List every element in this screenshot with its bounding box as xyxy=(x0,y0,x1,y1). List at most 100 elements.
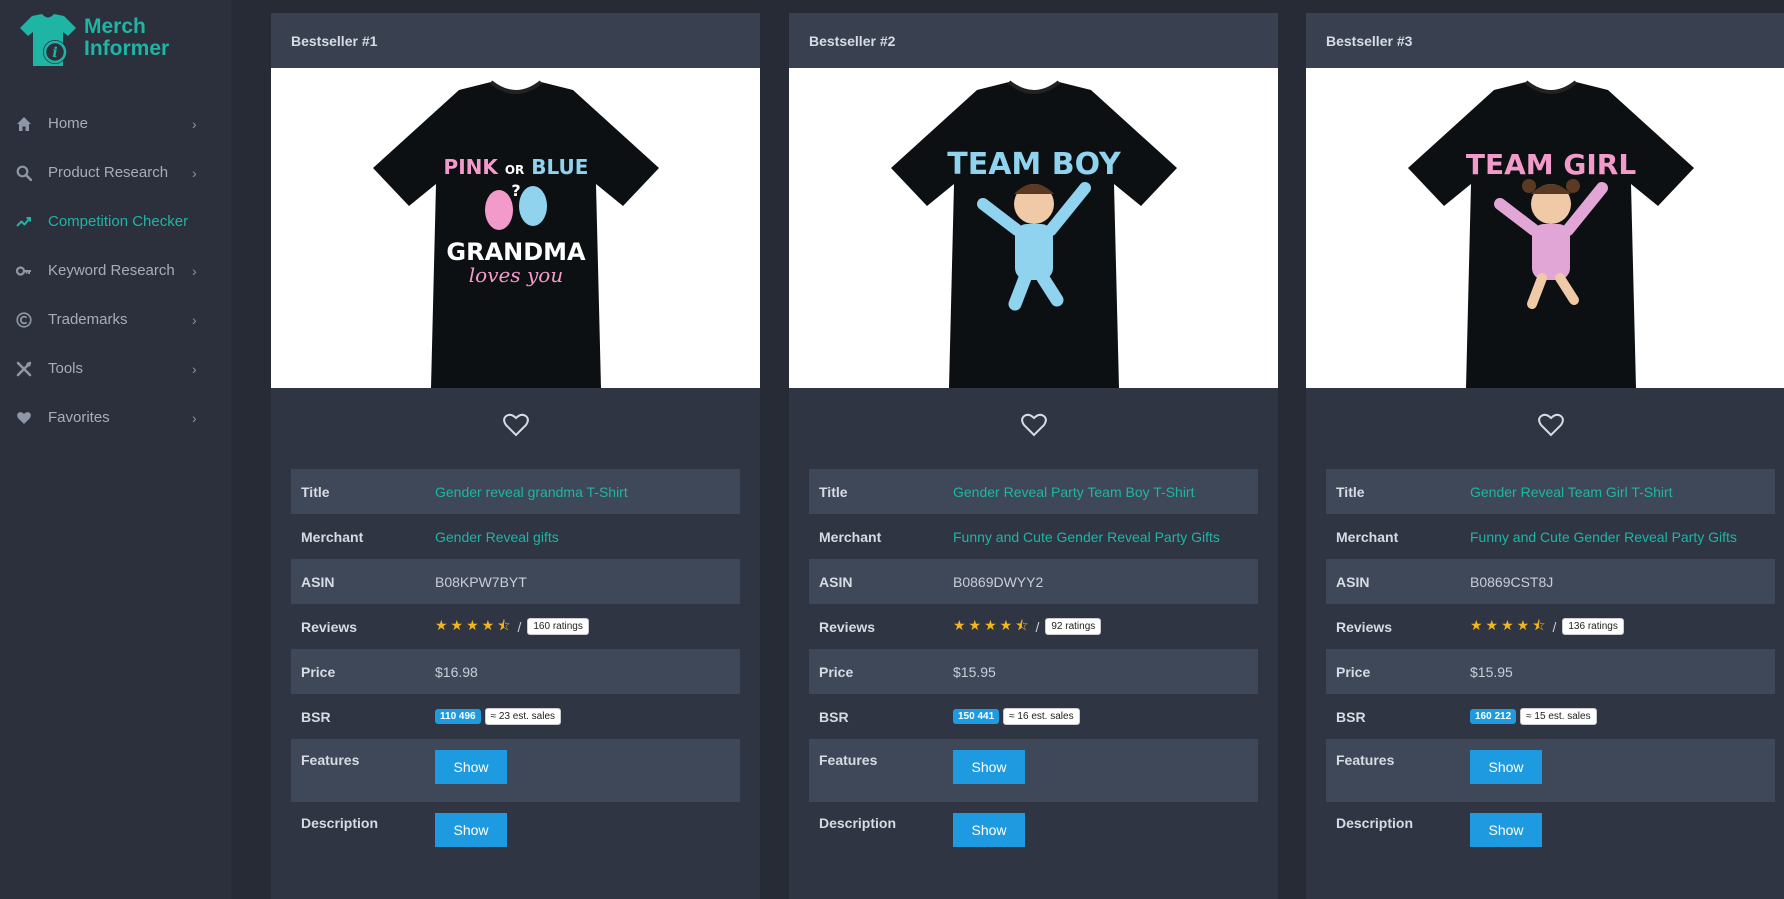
sidebar-item-label: Favorites xyxy=(48,409,110,426)
tools-icon xyxy=(16,361,32,377)
sidebar-item-label: Product Research xyxy=(48,164,169,181)
row-label: Description xyxy=(819,815,897,831)
separator: / xyxy=(517,618,522,635)
card-header: Bestseller #2 xyxy=(789,13,1278,68)
product-info-table: Title Gender reveal grandma T-Shirt Merc… xyxy=(291,469,740,865)
sidebar-item-keyword-research[interactable]: Keyword Research › xyxy=(0,246,231,295)
sidebar-item-favorites[interactable]: Favorites › xyxy=(0,393,231,442)
table-row: Features Show xyxy=(809,739,1258,802)
title-link[interactable]: Gender Reveal Team Girl T-Shirt xyxy=(1470,484,1673,500)
row-label: Reviews xyxy=(301,618,358,635)
description-show-button[interactable]: Show xyxy=(953,813,1025,847)
tshirt-logo-icon: i xyxy=(20,14,76,66)
description-show-button[interactable]: Show xyxy=(1470,813,1542,847)
row-label: Title xyxy=(819,483,848,500)
sidebar-item-label: Tools xyxy=(48,360,84,377)
table-row: Reviews ★★★★⯪ / 92 ratings xyxy=(809,604,1258,649)
table-row: Title Gender Reveal Team Girl T-Shirt xyxy=(1326,469,1775,514)
trend-icon xyxy=(16,214,32,230)
features-show-button[interactable]: Show xyxy=(953,750,1025,784)
table-row: Reviews ★★★★⯪ / 160 ratings xyxy=(291,604,740,649)
table-row: Reviews ★★★★⯪ / 136 ratings xyxy=(1326,604,1775,649)
bsr-badge: 160 212 xyxy=(1470,709,1517,724)
row-label: BSR xyxy=(1336,708,1366,725)
sidebar-item-tools[interactable]: Tools › xyxy=(0,344,231,393)
table-row: Description Show xyxy=(809,802,1258,865)
row-label: Price xyxy=(301,663,336,680)
svg-text:GRANDMA: GRANDMA xyxy=(446,238,586,266)
merchant-link[interactable]: Funny and Cute Gender Reveal Party Gifts xyxy=(953,529,1220,545)
sidebar-item-competition-checker[interactable]: Competition Checker xyxy=(0,197,231,246)
sidebar-nav: Home › Product Research › Competition Ch… xyxy=(0,99,231,442)
row-label: ASIN xyxy=(819,573,853,590)
svg-text:i: i xyxy=(52,45,57,61)
sidebar-item-label: Keyword Research xyxy=(48,262,175,279)
table-row: BSR 160 212 ≈ 15 est. sales xyxy=(1326,694,1775,739)
table-row: Price $16.98 xyxy=(291,649,740,694)
features-show-button[interactable]: Show xyxy=(435,750,507,784)
heart-icon xyxy=(16,410,32,426)
row-label: Description xyxy=(301,815,379,831)
row-label: Title xyxy=(1336,483,1365,500)
bsr-badge: 150 441 xyxy=(953,709,1000,724)
brand-logo[interactable]: i Merch Informer xyxy=(18,12,169,68)
chevron-right-icon: › xyxy=(192,164,197,181)
separator: / xyxy=(1552,618,1557,635)
favorite-heart-icon[interactable] xyxy=(1020,413,1047,437)
sidebar-item-label: Trademarks xyxy=(48,311,128,328)
row-label: Features xyxy=(301,752,360,768)
sidebar-item-label: Competition Checker xyxy=(48,213,189,230)
favorite-heart-icon[interactable] xyxy=(1537,413,1564,437)
home-icon xyxy=(16,116,32,132)
svg-text:TEAM BOY: TEAM BOY xyxy=(947,147,1122,182)
ratings-count-badge: 92 ratings xyxy=(1045,618,1102,635)
chevron-right-icon: › xyxy=(192,262,197,279)
table-row: Merchant Funny and Cute Gender Reveal Pa… xyxy=(1326,514,1775,559)
table-row: ASIN B08KPW7BYT xyxy=(291,559,740,604)
ratings-count-badge: 136 ratings xyxy=(1562,618,1624,635)
product-image[interactable]: TEAM GIRL xyxy=(1306,68,1784,388)
table-row: Title Gender reveal grandma T-Shirt xyxy=(291,469,740,514)
table-row: ASIN B0869CST8J xyxy=(1326,559,1775,604)
separator: / xyxy=(1035,618,1040,635)
star-rating: ★★★★⯪ xyxy=(1470,616,1549,633)
table-row: ASIN B0869DWYY2 xyxy=(809,559,1258,604)
bestseller-card: Bestseller #3 TEAM GIRL Title Gender Rev… xyxy=(1306,13,1784,899)
merchant-link[interactable]: Gender Reveal gifts xyxy=(435,529,559,545)
sidebar-item-label: Home xyxy=(48,115,89,132)
svg-text:TEAM GIRL: TEAM GIRL xyxy=(1465,148,1635,181)
tshirt-image: PINK OR BLUE ? GRANDMA loves you xyxy=(372,80,659,388)
row-label: Merchant xyxy=(819,528,882,545)
chevron-right-icon: › xyxy=(192,409,197,426)
row-label: BSR xyxy=(819,708,849,725)
product-info-table: Title Gender Reveal Party Team Boy T-Shi… xyxy=(809,469,1258,865)
row-label: ASIN xyxy=(1336,573,1370,590)
title-link[interactable]: Gender Reveal Party Team Boy T-Shirt xyxy=(953,484,1194,500)
bestseller-card: Bestseller #2 TEAM BOY Title Gender Reve… xyxy=(789,13,1278,899)
bsr-badge: 110 496 xyxy=(435,709,481,724)
sidebar-item-product-research[interactable]: Product Research › xyxy=(0,148,231,197)
row-label: Features xyxy=(819,752,878,768)
product-image[interactable]: PINK OR BLUE ? GRANDMA loves you xyxy=(271,68,760,388)
est-sales-badge: ≈ 15 est. sales xyxy=(1520,708,1597,725)
row-label: Description xyxy=(1336,815,1414,831)
title-link[interactable]: Gender reveal grandma T-Shirt xyxy=(435,484,628,500)
price-value: $16.98 xyxy=(435,663,478,680)
est-sales-badge: ≈ 23 est. sales xyxy=(484,708,562,725)
product-image[interactable]: TEAM BOY xyxy=(789,68,1278,388)
table-row: Description Show xyxy=(1326,802,1775,865)
features-show-button[interactable]: Show xyxy=(1470,750,1542,784)
ratings-count-badge: 160 ratings xyxy=(527,618,589,635)
tshirt-image: TEAM BOY xyxy=(890,80,1177,388)
table-row: Title Gender Reveal Party Team Boy T-Shi… xyxy=(809,469,1258,514)
sidebar-item-trademarks[interactable]: Trademarks › xyxy=(0,295,231,344)
description-show-button[interactable]: Show xyxy=(435,813,507,847)
row-label: Features xyxy=(1336,752,1395,768)
favorite-heart-icon[interactable] xyxy=(502,413,529,437)
est-sales-badge: ≈ 16 est. sales xyxy=(1003,708,1080,725)
table-row: Features Show xyxy=(1326,739,1775,802)
sidebar-item-home[interactable]: Home › xyxy=(0,99,231,148)
row-label: Price xyxy=(819,663,854,680)
merchant-link[interactable]: Funny and Cute Gender Reveal Party Gifts xyxy=(1470,529,1737,545)
row-label: Merchant xyxy=(301,528,364,545)
